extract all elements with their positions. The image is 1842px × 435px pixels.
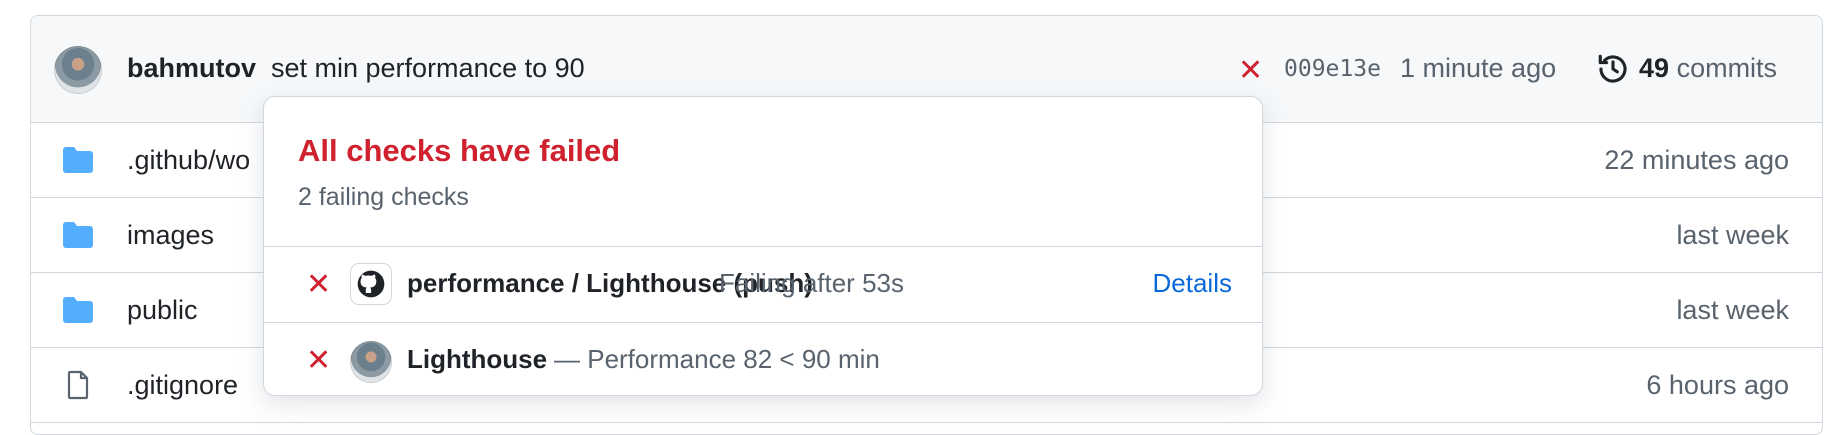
file-name[interactable]: .gitignore (127, 370, 238, 401)
details-link[interactable]: Details (1153, 268, 1232, 299)
file-age: 22 minutes ago (1604, 145, 1789, 175)
commits-label: commits (1676, 53, 1778, 83)
check-name: Lighthouse (407, 344, 548, 374)
file-name[interactable]: public (127, 295, 198, 326)
checks-summary: All checks have failed 2 failing checks (264, 97, 1262, 247)
github-actions-icon (350, 263, 392, 305)
folder-icon (63, 222, 93, 248)
folder-icon (63, 297, 93, 323)
check-row: ✕ performance / Lighthouse (push) Failin… (264, 247, 1262, 322)
x-icon: ✕ (306, 268, 332, 301)
check-description: — Performance 82 < 90 min (554, 344, 880, 374)
file-name[interactable]: .github/wo (127, 145, 250, 176)
folder-icon (63, 147, 93, 173)
check-description: Failing after 53s (719, 268, 904, 298)
file-icon (67, 370, 89, 400)
x-icon[interactable]: ✕ (1238, 56, 1263, 86)
checks-count: 2 failing checks (298, 183, 469, 211)
checks-status-title: All checks have failed (298, 133, 621, 168)
commits-link[interactable]: 49 commits (1639, 53, 1777, 84)
file-age: last week (1676, 295, 1789, 325)
file-age: 6 hours ago (1646, 370, 1789, 400)
file-age: last week (1676, 220, 1789, 250)
check-avatar (350, 341, 392, 383)
commits-count: 49 (1639, 53, 1670, 83)
checks-popover: All checks have failed 2 failing checks … (263, 96, 1263, 396)
commit-author[interactable]: bahmutov (127, 53, 256, 84)
commit-message[interactable]: set min performance to 90 (271, 53, 585, 84)
check-row: ✕ Lighthouse — Performance 82 < 90 min (264, 322, 1262, 395)
x-icon: ✕ (306, 344, 332, 377)
commit-sha[interactable]: 009e13e (1284, 56, 1381, 82)
history-icon[interactable] (1596, 52, 1630, 86)
author-avatar[interactable] (54, 46, 102, 94)
commit-time: 1 minute ago (1400, 53, 1557, 83)
file-name[interactable]: images (127, 220, 214, 251)
